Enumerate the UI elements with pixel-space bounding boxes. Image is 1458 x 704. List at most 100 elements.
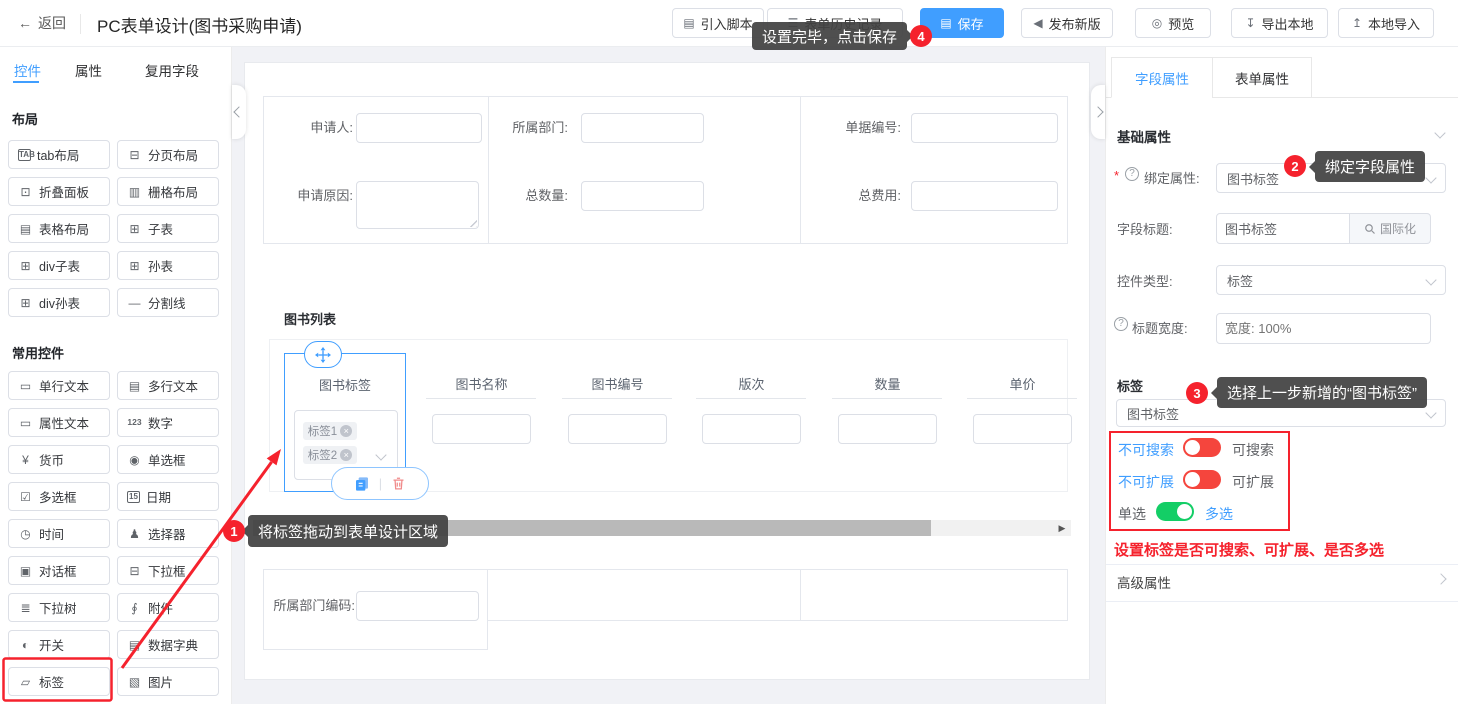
apply-reason-textarea[interactable]	[356, 181, 479, 229]
sidebar-item-grandchild-table[interactable]: ⊞孙表	[117, 251, 219, 280]
save-label: 保存	[958, 14, 984, 33]
chevron-down-icon	[1425, 172, 1436, 183]
tag-chip-label: 标签1	[308, 423, 337, 439]
scrollbar-right-arrow-icon[interactable]: ▶	[1055, 520, 1069, 536]
item-label: 附件	[148, 598, 173, 617]
sidebar-item-grid-layout[interactable]: ▥栅格布局	[117, 177, 219, 206]
back-button[interactable]: ← 返回	[18, 13, 66, 33]
sidebar-item-date[interactable]: 15 日期	[117, 482, 219, 511]
item-label: 日期	[146, 487, 171, 506]
tab-form-properties[interactable]: 表单属性	[1212, 57, 1312, 98]
sidebar-item-switch[interactable]: ◐开关	[8, 630, 110, 659]
sidebar-item-table-layout[interactable]: ▤表格布局	[8, 214, 110, 243]
group-title-layout: 布局	[12, 109, 38, 128]
sidebar-item-collapse-panel[interactable]: ⊡折叠面板	[8, 177, 110, 206]
back-arrow-icon: ←	[18, 15, 32, 31]
book-name-cell-input[interactable]	[432, 414, 531, 444]
drag-move-handle[interactable]	[304, 341, 342, 368]
form-canvas[interactable]: 申请人: 申请原因: 所属部门: 总数量: 单据编号: 总费用: 图书列表 图书…	[244, 62, 1090, 680]
book-number-cell-input[interactable]	[568, 414, 667, 444]
tooltip-save: 设置完毕，点击保存	[752, 22, 907, 50]
field-label-department-code: 所属部门编码:	[265, 591, 355, 621]
tag-icon: ▱	[18, 676, 33, 688]
form-section-box[interactable]	[487, 569, 801, 621]
sidebar-item-attribute-text[interactable]: ▭属性文本	[8, 408, 110, 437]
label-field-title: 字段标题:	[1117, 219, 1173, 238]
preview-button[interactable]: ◎ 预览	[1135, 8, 1211, 38]
chevron-down-icon	[1425, 274, 1436, 285]
total-quantity-input[interactable]	[581, 181, 704, 211]
i18n-button[interactable]: 国际化	[1350, 213, 1431, 244]
sidebar-item-attachment[interactable]: ∮附件	[117, 593, 219, 622]
form-section-box[interactable]	[800, 569, 1068, 621]
tab-properties[interactable]: 属性	[75, 60, 102, 80]
tag-remove-icon[interactable]: ×	[340, 425, 352, 437]
chevron-left-icon	[233, 106, 244, 117]
collapse-left-panel-handle[interactable]	[232, 85, 246, 139]
sidebar-item-time[interactable]: ◷时间	[8, 519, 110, 548]
applicant-input[interactable]	[356, 113, 482, 143]
save-button[interactable]: ▤ 保存	[920, 8, 1004, 38]
sidebar-item-data-dictionary[interactable]: ▤数据字典	[117, 630, 219, 659]
sidebar-item-page-layout[interactable]: ⊟分页布局	[117, 140, 219, 169]
chevron-down-icon[interactable]	[1434, 127, 1445, 138]
tab-reusable-fields[interactable]: 复用字段	[145, 60, 199, 80]
properties-panel: 字段属性 表单属性 基础属性 * ? 绑定属性: 图书标签 字段标题: 国际化 …	[1105, 47, 1458, 704]
item-label: 单行文本	[39, 376, 89, 395]
sidebar-item-number[interactable]: 123数字	[117, 408, 219, 437]
department-input[interactable]	[581, 113, 704, 143]
sidebar-item-div-grandchild-table[interactable]: ⊞div孙表	[8, 288, 110, 317]
sidebar-item-div-subtable[interactable]: ⊞div子表	[8, 251, 110, 280]
total-cost-input[interactable]	[911, 181, 1058, 211]
publish-button[interactable]: ◀ 发布新版	[1021, 8, 1113, 38]
unit-price-cell-input[interactable]	[973, 414, 1072, 444]
help-icon[interactable]: ?	[1114, 317, 1128, 331]
doc-number-input[interactable]	[911, 113, 1058, 143]
item-label: 多行文本	[148, 376, 198, 395]
sidebar-item-multi-line-text[interactable]: ▤多行文本	[117, 371, 219, 400]
chevron-right-icon	[1092, 106, 1103, 117]
sidebar-item-divider-line[interactable]: —分割线	[117, 288, 219, 317]
sidebar-item-image[interactable]: ▧图片	[117, 667, 219, 696]
section-advanced-properties[interactable]: 高级属性	[1117, 572, 1171, 592]
collapse-right-panel-handle[interactable]	[1091, 85, 1105, 139]
item-label: 栅格布局	[148, 182, 198, 201]
column-actions-toolbar: |	[331, 467, 429, 500]
title-width-input[interactable]	[1216, 313, 1431, 344]
import-local-button[interactable]: ↥ 本地导入	[1338, 8, 1434, 38]
item-label: 折叠面板	[39, 182, 89, 201]
field-title-input[interactable]	[1216, 213, 1350, 244]
sidebar-item-selector[interactable]: ♟选择器	[117, 519, 219, 548]
edition-cell-input[interactable]	[702, 414, 801, 444]
currency-icon: ¥	[18, 454, 33, 466]
department-code-input[interactable]	[356, 591, 479, 621]
script-icon: ▤	[683, 17, 694, 29]
help-icon[interactable]: ?	[1125, 167, 1139, 181]
quantity-cell-input[interactable]	[838, 414, 937, 444]
copy-icon[interactable]	[354, 476, 370, 492]
sidebar-item-radio[interactable]: ◉单选框	[117, 445, 219, 474]
tab-controls[interactable]: 控件	[14, 60, 41, 80]
sidebar-item-dropdown-tree[interactable]: ≣下拉树	[8, 593, 110, 622]
sidebar-item-dialog[interactable]: ▣对话框	[8, 556, 110, 585]
sidebar-item-currency[interactable]: ¥货币	[8, 445, 110, 474]
date-icon: 15	[127, 491, 140, 503]
delete-icon[interactable]	[391, 476, 406, 491]
sidebar-item-tab-layout[interactable]: TABtab布局	[8, 140, 110, 169]
sidebar-item-tag[interactable]: ▱标签	[8, 667, 110, 696]
field-label-department: 所属部门:	[488, 113, 568, 143]
sidebar-item-single-line-text[interactable]: ▭单行文本	[8, 371, 110, 400]
column-header-book-name: 图书名称	[415, 377, 548, 393]
sidebar-item-subtable[interactable]: ⊞子表	[117, 214, 219, 243]
active-tab-underline	[13, 81, 39, 83]
import-icon: ↥	[1352, 17, 1362, 29]
control-type-select[interactable]: 标签	[1216, 265, 1446, 295]
export-local-button[interactable]: ↧ 导出本地	[1231, 8, 1328, 38]
sidebar-item-dropdown[interactable]: ⊟下拉框	[117, 556, 219, 585]
import-script-button[interactable]: ▤ 引入脚本	[672, 8, 764, 38]
sidebar-item-checkbox[interactable]: ☑多选框	[8, 482, 110, 511]
field-label-doc-number: 单据编号:	[811, 113, 901, 143]
tab-field-properties[interactable]: 字段属性	[1111, 57, 1213, 98]
subtable-title: 图书列表	[284, 309, 336, 328]
tag-remove-icon[interactable]: ×	[340, 449, 352, 461]
